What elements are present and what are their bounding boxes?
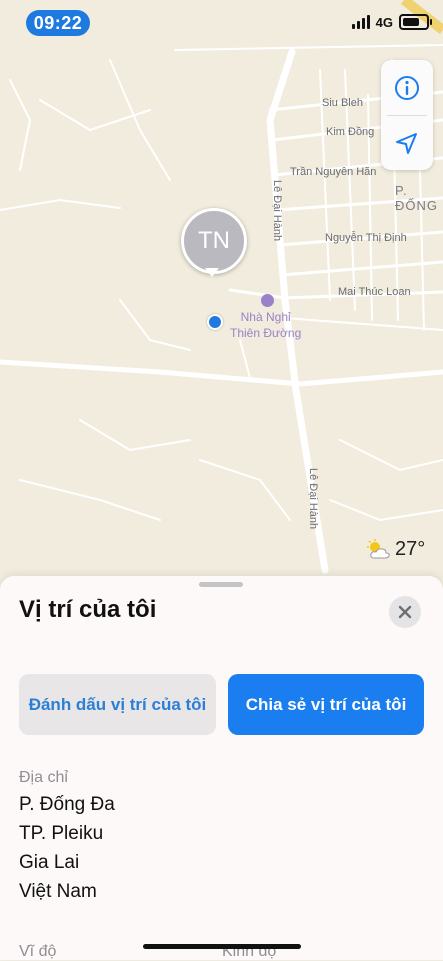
street-label: Kim Đồng: [326, 126, 375, 138]
status-indicators: 4G: [351, 14, 432, 30]
home-indicator[interactable]: [143, 944, 301, 949]
poi-label[interactable]: Nhà Nghỉ Thiên Đường: [230, 309, 301, 341]
status-time: 09:22: [26, 10, 90, 36]
address-line: Việt Nam: [19, 881, 97, 902]
battery-icon: [399, 14, 432, 30]
district-label: P. ĐỐNG: [395, 183, 438, 213]
locate-button[interactable]: [381, 116, 433, 171]
street-label: Mai Thúc Loan: [338, 286, 411, 298]
map-controls: [381, 60, 433, 170]
map-view[interactable]: 09:22 4G Siu Bleh Kim Đồng Trần Nguyên H…: [0, 0, 443, 590]
hotel-icon[interactable]: [261, 294, 274, 307]
close-button[interactable]: [389, 596, 421, 628]
weather-temperature: 27°: [395, 538, 426, 560]
sheet-grabber[interactable]: [199, 582, 243, 587]
close-icon: [398, 605, 412, 619]
partly-cloudy-icon: [367, 538, 390, 558]
mark-location-button[interactable]: Đánh dấu vị trí của tôi: [19, 674, 216, 735]
street-label: Lê Đại Hành: [307, 468, 319, 530]
weather-widget: 27°: [366, 538, 425, 561]
signal-icon: [351, 15, 370, 29]
network-type: 4G: [375, 14, 393, 30]
avatar-pointer: [205, 268, 219, 277]
address-label: Địa chỉ: [19, 769, 68, 786]
latitude-label: Vĩ độ: [19, 943, 57, 960]
street-label: Nguyễn Thị Định: [325, 232, 407, 244]
address-line: P. Đống Đa: [19, 794, 115, 815]
location-sheet: Vị trí của tôi Đánh dấu vị trí của tôi C…: [0, 576, 443, 960]
info-icon: [395, 75, 419, 100]
address-line: Gia Lai: [19, 852, 80, 873]
sheet-title: Vị trí của tôi: [19, 596, 157, 623]
user-avatar[interactable]: TN: [181, 208, 247, 274]
location-arrow-icon: [396, 132, 417, 154]
address-line: TP. Pleiku: [19, 823, 104, 844]
info-button[interactable]: [381, 60, 433, 115]
street-label: Siu Bleh: [322, 97, 363, 109]
current-location-dot: [207, 314, 223, 330]
share-location-button[interactable]: Chia sẻ vị trí của tôi: [228, 674, 424, 735]
street-label: Lê Đại Hành: [271, 180, 283, 242]
street-label: Trần Nguyên Hãn: [290, 166, 377, 178]
